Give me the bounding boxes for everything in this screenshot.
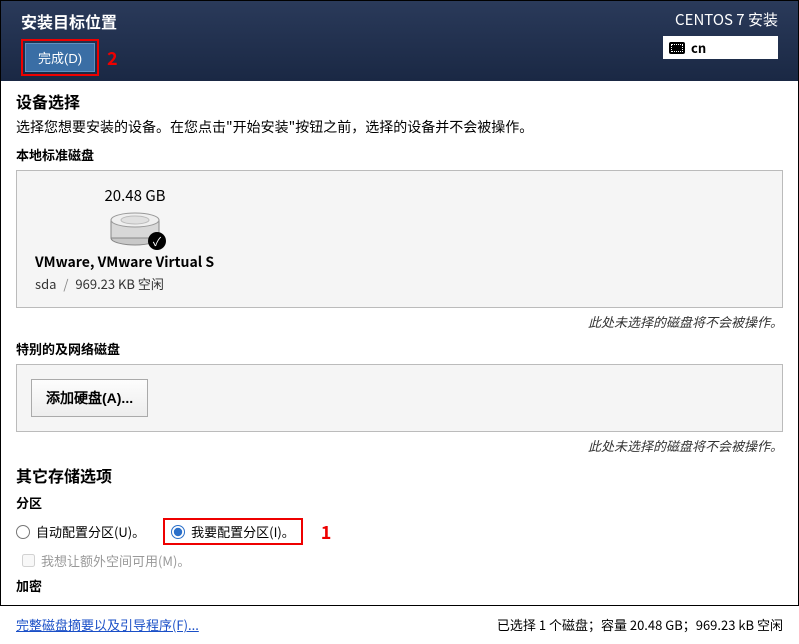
radio-manual-label: 我要配置分区(I)。 (191, 522, 295, 541)
disk-size: 20.48 GB (35, 185, 235, 206)
radio-auto-partition[interactable]: 自动配置分区(U)。 (16, 522, 145, 541)
disk-icon: ✓ (108, 210, 162, 246)
radio-manual-partition[interactable]: 我要配置分区(I)。 (171, 522, 295, 541)
device-selection-title: 设备选择 (16, 89, 783, 113)
add-disk-button[interactable]: 添加硬盘(A)... (31, 379, 148, 417)
distro-label: CENTOS 7 安装 (663, 9, 778, 30)
annotation-number-2: 2 (107, 45, 118, 71)
disk-hint-1: 此处未选择的磁盘将不会被操作。 (16, 312, 783, 331)
footer: 完整磁盘摘要以及引导程序(F)... 已选择 1 个磁盘；容量 20.48 GB… (1, 609, 798, 644)
installer-header: 安装目标位置 完成(D) 2 CENTOS 7 安装 cn (1, 1, 798, 81)
check-icon: ✓ (148, 232, 166, 250)
checkbox-extra-space-input (22, 554, 35, 567)
radio-manual-input[interactable] (171, 525, 185, 539)
local-disks-heading: 本地标准磁盘 (16, 145, 783, 164)
annotation-number-1: 1 (321, 519, 332, 545)
keyboard-icon (669, 42, 685, 54)
disk-name: VMware, VMware Virtual S (35, 252, 235, 272)
done-button[interactable]: 完成(D) (25, 43, 95, 72)
annotation-done-box: 完成(D) (21, 39, 99, 76)
special-disks-panel: 添加硬盘(A)... (16, 364, 783, 432)
annotation-partition-box: 我要配置分区(I)。 (163, 518, 303, 545)
disk-item[interactable]: 20.48 GB ✓ VMware, VMware Virtual S sda … (35, 185, 235, 293)
keyboard-layout-indicator[interactable]: cn (663, 36, 778, 59)
radio-auto-label: 自动配置分区(U)。 (36, 522, 145, 541)
checkbox-extra-space-label: 我想让额外空间可用(M)。 (41, 551, 190, 570)
keyboard-lang: cn (691, 38, 706, 57)
disk-summary-link[interactable]: 完整磁盘摘要以及引导程序(F)... (16, 615, 199, 634)
disk-free: sda / 969.23 KB 空闲 (35, 274, 235, 293)
encrypt-heading: 加密 (16, 576, 783, 595)
checkbox-extra-space: 我想让额外空间可用(M)。 (22, 551, 783, 570)
page-title: 安装目标位置 (21, 9, 118, 33)
footer-summary: 已选择 1 个磁盘；容量 20.48 GB；969.23 kB 空闲 (497, 615, 783, 634)
disk-hint-2: 此处未选择的磁盘将不会被操作。 (16, 436, 783, 455)
device-selection-subtitle: 选择您想要安装的设备。在您点击"开始安装"按钮之前，选择的设备并不会被操作。 (16, 117, 783, 137)
storage-options-title: 其它存储选项 (16, 463, 783, 487)
local-disks-panel: 20.48 GB ✓ VMware, VMware Virtual S sda … (16, 170, 783, 308)
partition-heading: 分区 (16, 493, 783, 512)
special-disks-heading: 特别的及网络磁盘 (16, 339, 783, 358)
radio-auto-input[interactable] (16, 525, 30, 539)
